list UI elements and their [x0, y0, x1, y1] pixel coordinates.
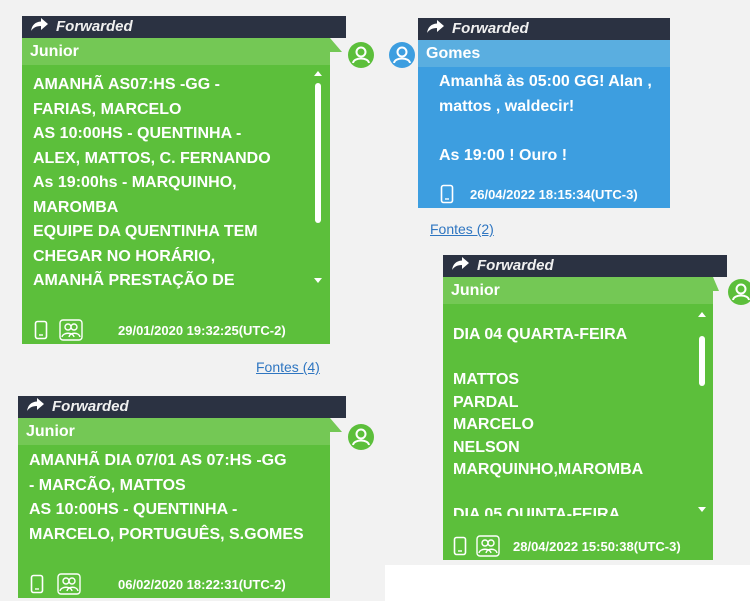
scroll-up-arrow[interactable] [314, 71, 322, 76]
message-text: AMANHÃ AS07:HS -GG - FARIAS, MARCELO AS … [33, 76, 271, 289]
message-footer: 26/04/2022 18:15:34(UTC-3) [418, 180, 670, 208]
scroll-thumb[interactable] [699, 336, 705, 386]
forward-arrow-icon [26, 396, 46, 419]
forward-arrow-icon [426, 18, 446, 41]
sender-name: Junior [443, 277, 713, 304]
message-card-2[interactable]: Forwarded Junior AMANHÃ DIA 07/01 AS 07:… [18, 396, 346, 598]
message-timestamp: 29/01/2020 19:32:25(UTC-2) [118, 323, 286, 338]
message-body: AMANHÃ DIA 07/01 AS 07:HS -GG - MARCÃO, … [18, 445, 330, 557]
message-main: DIA 04 QUARTA-FEIRA MATTOS PARDAL MARCEL… [443, 304, 713, 560]
message-footer: 29/01/2020 19:32:25(UTC-2) [22, 316, 330, 344]
message-timestamp: 06/02/2020 18:22:31(UTC-2) [118, 577, 286, 592]
group-icon [59, 319, 83, 341]
scrollbar[interactable] [311, 71, 325, 283]
bubble-tail [330, 38, 342, 52]
message-card-4[interactable]: Forwarded Junior DIA 04 QUARTA-FEIRA MAT… [443, 255, 727, 560]
phone-icon [30, 574, 44, 594]
bubble-tail [713, 277, 719, 291]
message-main: AMANHÃ AS07:HS -GG - FARIAS, MARCELO AS … [22, 65, 330, 344]
user-avatar-icon [727, 278, 750, 306]
group-icon [476, 535, 500, 557]
scroll-thumb[interactable] [315, 83, 321, 223]
user-avatar-icon [347, 423, 375, 451]
forwarded-bar: Forwarded [18, 396, 346, 418]
sender-name: Junior [18, 418, 330, 445]
scrollbar[interactable] [695, 312, 709, 512]
message-timestamp: 26/04/2022 18:15:34(UTC-3) [470, 187, 638, 202]
forward-arrow-icon [30, 16, 50, 39]
blank-area [385, 565, 750, 601]
message-card-1[interactable]: Forwarded Junior AMANHÃ AS07:HS -GG - FA… [22, 16, 346, 344]
message-body: Amanhã às 05:00 GG! Alan , mattos , wald… [418, 67, 670, 174]
message-body: AMANHÃ AS07:HS -GG - FARIAS, MARCELO AS … [22, 65, 330, 289]
scroll-down-arrow[interactable] [698, 507, 706, 512]
group-icon [57, 573, 81, 595]
message-main: Amanhã às 05:00 GG! Alan , mattos , wald… [418, 67, 670, 208]
phone-icon [440, 184, 454, 204]
forwarded-label: Forwarded [477, 257, 554, 274]
forwarded-label: Forwarded [52, 398, 129, 415]
message-footer: 06/02/2020 18:22:31(UTC-2) [18, 570, 330, 598]
message-footer: 28/04/2022 15:50:38(UTC-3) [443, 532, 713, 560]
forwarded-bar: Forwarded [22, 16, 346, 38]
forwarded-bar: Forwarded [443, 255, 727, 277]
message-text: DIA 04 QUARTA-FEIRA MATTOS PARDAL MARCEL… [453, 326, 644, 516]
sources-link[interactable]: Fontes (4) [256, 359, 320, 375]
user-avatar-icon [347, 41, 375, 69]
sender-name: Junior [22, 38, 330, 65]
sources-link[interactable]: Fontes (2) [430, 221, 494, 237]
phone-icon [34, 320, 48, 340]
user-avatar-icon [388, 41, 416, 69]
scroll-down-arrow[interactable] [314, 278, 322, 283]
message-text: Amanhã às 05:00 GG! Alan , mattos , wald… [439, 73, 652, 164]
message-text: AMANHÃ DIA 07/01 AS 07:HS -GG - MARCÃO, … [29, 452, 304, 543]
phone-icon [453, 536, 467, 556]
scroll-up-arrow[interactable] [698, 312, 706, 317]
sender-name: Gomes [418, 40, 670, 67]
forwarded-bar: Forwarded [418, 18, 670, 40]
forwarded-label: Forwarded [452, 20, 529, 37]
message-main: AMANHÃ DIA 07/01 AS 07:HS -GG - MARCÃO, … [18, 445, 330, 598]
message-body: DIA 04 QUARTA-FEIRA MATTOS PARDAL MARCEL… [443, 304, 713, 516]
forward-arrow-icon [451, 255, 471, 278]
bubble-tail [330, 418, 342, 432]
message-card-3[interactable]: Forwarded Gomes Amanhã às 05:00 GG! Alan… [418, 18, 670, 208]
message-timestamp: 28/04/2022 15:50:38(UTC-3) [513, 539, 681, 554]
forwarded-label: Forwarded [56, 18, 133, 35]
